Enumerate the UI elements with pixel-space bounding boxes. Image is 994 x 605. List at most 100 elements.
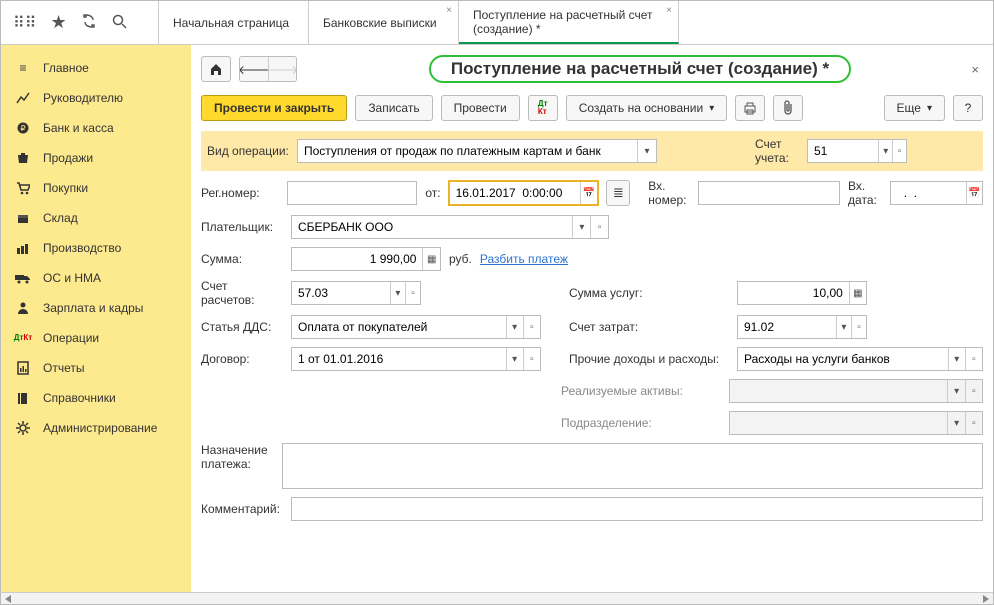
dds-combo[interactable]: ▾ ▫ <box>291 315 541 339</box>
chevron-down-icon[interactable]: ▾ <box>878 140 892 162</box>
from-date-field[interactable]: 📅 <box>449 181 599 205</box>
attach-button[interactable] <box>773 95 803 121</box>
horizontal-scrollbar[interactable] <box>1 592 993 604</box>
other-combo[interactable]: ▾ ▫ <box>737 347 983 371</box>
open-icon[interactable]: ▫ <box>965 412 982 434</box>
star-icon[interactable]: ★ <box>50 12 66 33</box>
chevron-down-icon[interactable]: ▾ <box>948 348 965 370</box>
sidebar-item-admin[interactable]: Администрирование <box>1 413 191 443</box>
innum-input[interactable] <box>699 182 839 204</box>
regnum-input[interactable] <box>288 182 417 204</box>
back-button[interactable]: 🡐 <box>240 57 268 81</box>
sidebar-item-refs[interactable]: Справочники <box>1 383 191 413</box>
help-button[interactable]: ? <box>953 95 983 121</box>
write-button[interactable]: Записать <box>355 95 432 121</box>
split-link[interactable]: Разбить платеж <box>480 252 568 266</box>
sidebar-item-hr[interactable]: Зарплата и кадры <box>1 293 191 323</box>
home-button[interactable] <box>201 56 231 82</box>
tab-label: Начальная страница <box>173 16 289 30</box>
svcsum-field[interactable]: ▦ <box>737 281 867 305</box>
history-icon[interactable] <box>81 13 97 32</box>
open-icon[interactable]: ▫ <box>965 348 982 370</box>
chevron-down-icon[interactable]: ▾ <box>637 140 656 162</box>
lines-button[interactable]: ≣ <box>606 180 630 206</box>
open-icon[interactable]: ▫ <box>523 348 540 370</box>
post-close-button[interactable]: Провести и закрыть <box>201 95 347 121</box>
tab-home[interactable]: Начальная страница <box>159 1 309 44</box>
costacc-label: Счет затрат: <box>569 320 659 334</box>
create-based-button[interactable]: Создать на основании <box>566 95 728 121</box>
sidebar-item-production[interactable]: Производство <box>1 233 191 263</box>
chevron-down-icon[interactable]: ▾ <box>390 282 405 304</box>
optype-input[interactable] <box>298 140 637 162</box>
search-icon[interactable] <box>111 13 127 32</box>
dtkt-button[interactable]: ДтКт <box>528 95 558 121</box>
open-icon[interactable]: ▫ <box>523 316 540 338</box>
sum-field[interactable]: ▦ <box>291 247 441 271</box>
regnum-field[interactable] <box>287 181 418 205</box>
sidebar-item-purchases[interactable]: Покупки <box>1 173 191 203</box>
indate-field[interactable]: 📅 <box>890 181 983 205</box>
row-regnum: Рег.номер: от: 📅 ≣ Вх. номер: Вх. дата: … <box>201 179 983 207</box>
svcsum-input[interactable] <box>738 282 849 304</box>
sidebar-item-warehouse[interactable]: Склад <box>1 203 191 233</box>
forward-button[interactable]: 🡒 <box>268 57 296 81</box>
indate-input[interactable] <box>891 182 966 204</box>
calc-icon[interactable]: ▦ <box>849 282 866 304</box>
sidebar-item-sales[interactable]: Продажи <box>1 143 191 173</box>
other-input[interactable] <box>738 348 948 370</box>
payer-input[interactable] <box>292 216 572 238</box>
open-icon[interactable]: ▫ <box>892 140 906 162</box>
apps-icon[interactable]: ⠿⠿ <box>13 13 36 33</box>
innum-field[interactable] <box>698 181 840 205</box>
contract-input[interactable] <box>292 348 506 370</box>
post-button[interactable]: Провести <box>441 95 520 121</box>
payer-combo[interactable]: ▾ ▫ <box>291 215 609 239</box>
innum-label: Вх. номер: <box>648 179 690 207</box>
chevron-down-icon[interactable]: ▾ <box>572 216 590 238</box>
calc-icon[interactable]: ▦ <box>422 248 440 270</box>
chevron-down-icon[interactable]: ▾ <box>506 348 523 370</box>
chevron-down-icon[interactable]: ▾ <box>947 380 964 402</box>
settle-input[interactable] <box>292 282 390 304</box>
from-date-input[interactable] <box>450 182 580 204</box>
purpose-input[interactable] <box>282 443 983 489</box>
comment-field[interactable] <box>291 497 983 521</box>
account-combo[interactable]: ▾ ▫ <box>807 139 907 163</box>
dept-combo[interactable]: ▾ ▫ <box>729 411 983 435</box>
costacc-combo[interactable]: ▾ ▫ <box>737 315 867 339</box>
calendar-icon[interactable]: 📅 <box>966 182 982 204</box>
close-icon[interactable]: × <box>446 5 452 16</box>
dds-input[interactable] <box>292 316 506 338</box>
open-icon[interactable]: ▫ <box>405 282 420 304</box>
from-label: от: <box>425 186 440 200</box>
assets-combo[interactable]: ▾ ▫ <box>729 379 983 403</box>
close-icon[interactable]: × <box>666 5 672 16</box>
open-icon[interactable]: ▫ <box>851 316 866 338</box>
print-button[interactable] <box>735 95 765 121</box>
sidebar-item-reports[interactable]: Отчеты <box>1 353 191 383</box>
chevron-down-icon[interactable]: ▾ <box>506 316 523 338</box>
comment-input[interactable] <box>292 498 982 520</box>
open-icon[interactable]: ▫ <box>965 380 982 402</box>
optype-combo[interactable]: ▾ <box>297 139 657 163</box>
sidebar-item-manager[interactable]: Руководителю <box>1 83 191 113</box>
sidebar-item-operations[interactable]: ДтКтОперации <box>1 323 191 353</box>
more-button[interactable]: Еще <box>884 95 945 121</box>
account-input[interactable] <box>808 140 878 162</box>
sidebar-item-main[interactable]: ≡Главное <box>1 53 191 83</box>
sidebar-item-bank[interactable]: ₽Банк и касса <box>1 113 191 143</box>
tab-receipt[interactable]: Поступление на расчетный счет (создание)… <box>459 1 679 44</box>
costacc-input[interactable] <box>738 316 836 338</box>
chevron-down-icon[interactable]: ▾ <box>836 316 851 338</box>
open-icon[interactable]: ▫ <box>590 216 608 238</box>
sum-label: Сумма: <box>201 252 283 266</box>
contract-combo[interactable]: ▾ ▫ <box>291 347 541 371</box>
sum-input[interactable] <box>292 248 422 270</box>
chevron-down-icon[interactable]: ▾ <box>947 412 964 434</box>
sidebar-item-assets[interactable]: ОС и НМА <box>1 263 191 293</box>
tab-bank[interactable]: Банковские выписки× <box>309 1 459 44</box>
close-button[interactable]: × <box>967 58 983 81</box>
settle-combo[interactable]: ▾ ▫ <box>291 281 421 305</box>
calendar-icon[interactable]: 📅 <box>580 182 598 204</box>
